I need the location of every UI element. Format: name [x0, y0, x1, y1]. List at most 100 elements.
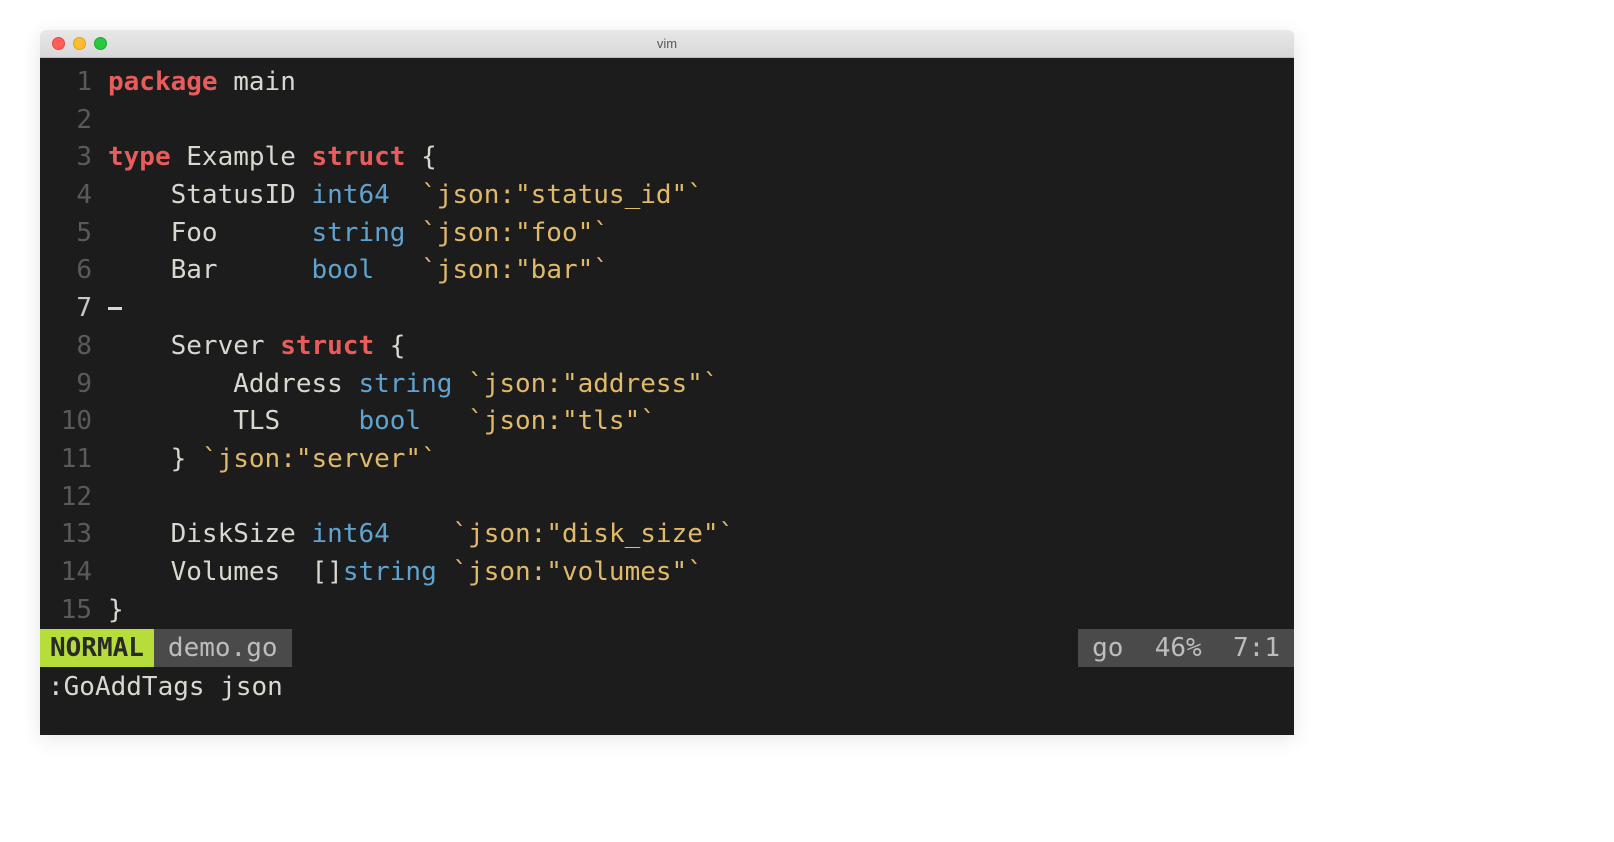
code-line[interactable]: 9 Address string `json:"address"` — [40, 366, 1294, 404]
token-punct: } — [171, 444, 187, 474]
status-filename: demo.go — [154, 629, 292, 667]
token-kw: struct — [280, 331, 390, 361]
token-ident: Address — [108, 369, 358, 399]
token-typ: bool — [312, 255, 375, 285]
status-bar: NORMAL demo.go go 46% 7:1 — [40, 629, 1294, 667]
line-number: 8 — [40, 328, 108, 366]
line-number: 11 — [40, 441, 108, 479]
code-content[interactable]: Server struct { — [108, 328, 1294, 366]
token-tag: `json:"server"` — [202, 444, 437, 474]
code-content[interactable]: package main — [108, 64, 1294, 102]
line-number: 15 — [40, 592, 108, 630]
command-line[interactable]: :GoAddTags json — [40, 667, 1294, 735]
line-number: 13 — [40, 516, 108, 554]
token-tag: `json:"disk_size"` — [452, 519, 734, 549]
code-line[interactable]: 6 Bar bool `json:"bar"` — [40, 252, 1294, 290]
token-ident: TLS — [108, 406, 358, 436]
token-ident — [421, 406, 468, 436]
line-number: 3 — [40, 139, 108, 177]
code-content[interactable] — [108, 290, 1294, 328]
line-number: 4 — [40, 177, 108, 215]
code-line[interactable]: 4 StatusID int64 `json:"status_id"` — [40, 177, 1294, 215]
code-line[interactable]: 11 } `json:"server"` — [40, 441, 1294, 479]
token-ident: Example — [186, 142, 311, 172]
code-line[interactable]: 13 DiskSize int64 `json:"disk_size"` — [40, 516, 1294, 554]
code-content[interactable]: TLS bool `json:"tls"` — [108, 403, 1294, 441]
token-punct: } — [108, 595, 124, 625]
code-line[interactable]: 2 — [40, 102, 1294, 140]
traffic-lights — [52, 37, 107, 50]
token-kw: struct — [312, 142, 422, 172]
code-line[interactable]: 10 TLS bool `json:"tls"` — [40, 403, 1294, 441]
token-ident: main — [233, 67, 296, 97]
code-line[interactable]: 14 Volumes []string `json:"volumes"` — [40, 554, 1294, 592]
token-typ: string — [343, 557, 437, 587]
code-content[interactable]: Address string `json:"address"` — [108, 366, 1294, 404]
code-content[interactable]: DiskSize int64 `json:"disk_size"` — [108, 516, 1294, 554]
token-ident — [452, 369, 468, 399]
code-content[interactable]: Foo string `json:"foo"` — [108, 215, 1294, 253]
token-ident: Bar — [108, 255, 312, 285]
token-punct: { — [390, 331, 406, 361]
status-position: 7:1 — [1233, 633, 1280, 663]
close-icon[interactable] — [52, 37, 65, 50]
code-line[interactable]: 5 Foo string `json:"foo"` — [40, 215, 1294, 253]
code-line[interactable]: 8 Server struct { — [40, 328, 1294, 366]
status-right: go 46% 7:1 — [1078, 629, 1294, 667]
line-number: 14 — [40, 554, 108, 592]
code-line[interactable]: 3type Example struct { — [40, 139, 1294, 177]
token-punct: { — [421, 142, 437, 172]
token-tag: `json:"bar"` — [421, 255, 609, 285]
code-content[interactable] — [108, 479, 1294, 517]
status-filetype: go — [1092, 633, 1123, 663]
code-line[interactable]: 7 — [40, 290, 1294, 328]
status-mode: NORMAL — [40, 629, 154, 667]
line-number: 1 — [40, 64, 108, 102]
token-ident: Foo — [108, 218, 312, 248]
token-typ: int64 — [312, 519, 390, 549]
code-content[interactable]: Volumes []string `json:"volumes"` — [108, 554, 1294, 592]
line-number: 9 — [40, 366, 108, 404]
token-ident — [405, 218, 421, 248]
line-number: 7 — [40, 290, 108, 328]
token-kw: type — [108, 142, 186, 172]
token-tag: `json:"status_id"` — [421, 180, 703, 210]
code-line[interactable]: 15} — [40, 592, 1294, 630]
token-kw: package — [108, 67, 233, 97]
editor-area[interactable]: 1package main23type Example struct {4 St… — [40, 58, 1294, 629]
token-ident — [108, 444, 171, 474]
minimize-icon[interactable] — [73, 37, 86, 50]
token-tag: `json:"foo"` — [421, 218, 609, 248]
code-content[interactable]: } `json:"server"` — [108, 441, 1294, 479]
status-spacer — [292, 629, 1079, 667]
token-ident — [186, 444, 202, 474]
code-content[interactable] — [108, 102, 1294, 140]
token-typ: string — [358, 369, 452, 399]
code-content[interactable]: Bar bool `json:"bar"` — [108, 252, 1294, 290]
code-content[interactable]: StatusID int64 `json:"status_id"` — [108, 177, 1294, 215]
cursor — [108, 307, 122, 310]
line-number: 10 — [40, 403, 108, 441]
code-line[interactable]: 1package main — [40, 64, 1294, 102]
token-typ: string — [312, 218, 406, 248]
token-ident — [390, 519, 453, 549]
maximize-icon[interactable] — [94, 37, 107, 50]
window-titlebar: vim — [40, 30, 1294, 58]
line-number: 6 — [40, 252, 108, 290]
code-content[interactable]: type Example struct { — [108, 139, 1294, 177]
code-content[interactable]: } — [108, 592, 1294, 630]
token-typ: bool — [358, 406, 421, 436]
token-typ: int64 — [312, 180, 390, 210]
line-number: 2 — [40, 102, 108, 140]
token-ident: DiskSize — [108, 519, 312, 549]
token-ident: Server — [108, 331, 280, 361]
line-number: 5 — [40, 215, 108, 253]
code-line[interactable]: 12 — [40, 479, 1294, 517]
token-tag: `json:"tls"` — [468, 406, 656, 436]
token-ident — [437, 557, 453, 587]
status-percent: 46% — [1155, 633, 1202, 663]
token-tag: `json:"volumes"` — [452, 557, 702, 587]
token-tag: `json:"address"` — [468, 369, 718, 399]
terminal-window: vim 1package main23type Example struct {… — [40, 30, 1294, 735]
token-ident: Volumes [] — [108, 557, 343, 587]
